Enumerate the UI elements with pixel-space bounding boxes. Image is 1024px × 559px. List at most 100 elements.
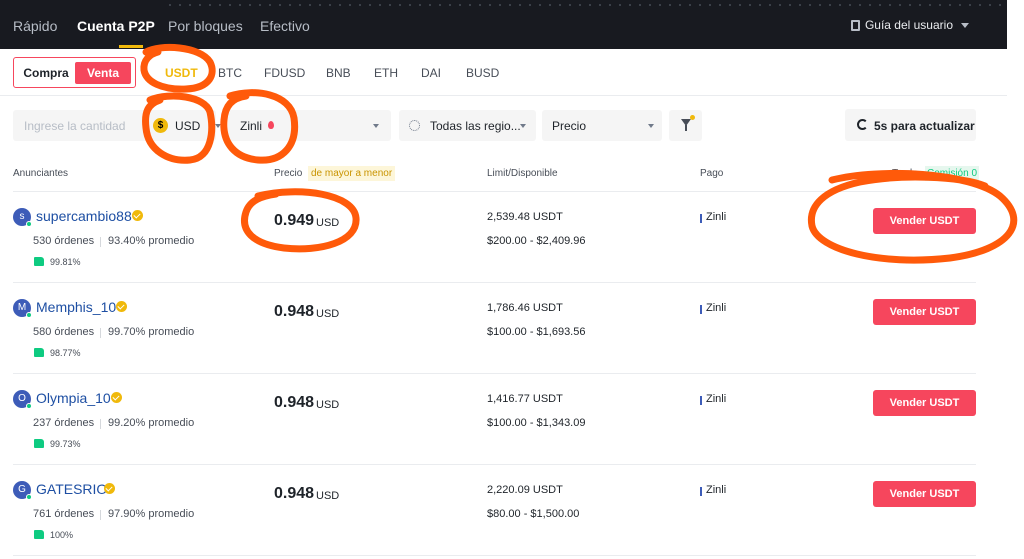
tab-por-bloques[interactable]: Por bloques [168, 18, 243, 34]
asset-tab-busd[interactable]: BUSD [466, 66, 499, 80]
sell-usdt-button[interactable]: Vender USDT [873, 208, 976, 234]
sell-usdt-button[interactable]: Vender USDT [873, 299, 976, 325]
price-value: 0.948 [274, 394, 315, 411]
asset-tab-dai[interactable]: DAI [421, 66, 441, 80]
payment-method: Zinli [706, 211, 727, 223]
section-divider [0, 95, 1007, 96]
row-divider [13, 555, 976, 556]
limit-range: $100.00 - $1,693.56 [487, 326, 586, 338]
nav-dotted-decoration [165, 4, 1005, 6]
avatar-initial: s [19, 211, 25, 222]
positive-rating: 100% [50, 530, 74, 540]
advertiser-name[interactable]: Olympia_10 [36, 390, 111, 406]
verified-badge-icon [104, 483, 115, 494]
amount-input[interactable]: Ingrese la cantidad $ USD [13, 110, 221, 141]
refresh-icon [857, 119, 868, 130]
buy-toggle[interactable]: Compra [18, 62, 74, 84]
payment-value: Zinli [240, 119, 263, 133]
online-dot [26, 312, 32, 318]
avatar-initial: G [18, 484, 26, 495]
order-count: 580 órdenes [33, 326, 95, 338]
order-count: 761 órdenes [33, 508, 95, 520]
sell-usdt-button[interactable]: Vender USDT [873, 481, 976, 507]
chevron-down-icon [648, 124, 654, 128]
thumbs-up-icon [34, 439, 44, 448]
advertiser-name[interactable]: GATESRIO [36, 481, 107, 497]
price-sort-badge[interactable]: de mayor a menor [308, 166, 396, 181]
verified-badge-icon [111, 392, 122, 403]
tab-rapido[interactable]: Rápido [13, 18, 57, 34]
asset-tab-usdt[interactable]: USDT [165, 66, 198, 80]
available-amount: 2,220.09 USDT [487, 484, 563, 496]
user-guide-label: Guía del usuario [864, 18, 953, 32]
thumbs-up-icon [34, 530, 44, 539]
verified-badge-icon [132, 210, 143, 221]
available-amount: 1,416.77 USDT [487, 393, 563, 405]
header-limit: Limit/Disponible [487, 168, 558, 179]
chevron-down-icon [373, 124, 379, 128]
sell-toggle[interactable]: Venta [75, 62, 131, 84]
sell-usdt-button[interactable]: Vender USDT [873, 390, 976, 416]
price-unit: USD [316, 217, 340, 229]
advertiser-name[interactable]: supercambio88 [36, 208, 132, 224]
online-dot [26, 494, 32, 500]
table-row: O Olympia_10 237 órdenes 99.20% promedio… [0, 374, 976, 465]
completion-rate: 97.90% promedio [108, 508, 195, 520]
dollar-coin-icon: $ [153, 118, 168, 133]
currency-value[interactable]: USD [175, 119, 200, 133]
table-row: G GATESRIO 761 órdenes 97.90% promedio 1… [0, 465, 976, 556]
payment-select[interactable]: Zinli [228, 110, 391, 141]
refresh-label: 5s para actualizar [874, 119, 975, 133]
book-icon [850, 19, 860, 31]
thumbs-up-icon [34, 348, 44, 357]
avatar-initial: M [17, 302, 27, 313]
avatar[interactable]: s [13, 208, 32, 227]
positive-rating: 98.77% [50, 348, 81, 358]
region-select[interactable]: Todas las regio... [399, 110, 536, 141]
avatar[interactable]: M [13, 299, 32, 318]
asset-tab-eth[interactable]: ETH [374, 66, 398, 80]
payment-method: Zinli [706, 302, 727, 314]
price-value: 0.948 [274, 303, 315, 320]
chevron-down-icon [520, 124, 526, 128]
asset-tab-bnb[interactable]: BNB [326, 66, 351, 80]
amount-placeholder: Ingrese la cantidad [24, 119, 126, 133]
filter-icon-stem [685, 125, 687, 131]
payment-method: Zinli [706, 484, 727, 496]
limit-range: $100.00 - $1,343.09 [487, 417, 586, 429]
region-value: Todas las regio... [430, 119, 521, 133]
asset-tab-fdusd[interactable]: FDUSD [264, 66, 305, 80]
positive-rating: 99.73% [50, 439, 81, 449]
globe-icon [409, 120, 420, 131]
active-tab-underline [119, 45, 143, 48]
header-price: Precio [274, 168, 303, 179]
avatar[interactable]: O [13, 390, 32, 409]
online-dot [26, 403, 32, 409]
asset-tab-btc[interactable]: BTC [218, 66, 242, 80]
table-row: s supercambio88 530 órdenes 93.40% prome… [0, 192, 976, 283]
header-trade: Trade [892, 168, 918, 179]
stat-divider [100, 237, 101, 247]
limit-range: $200.00 - $2,409.96 [487, 235, 586, 247]
refresh-button[interactable]: 5s para actualizar [845, 109, 976, 141]
sort-select[interactable]: Precio [542, 110, 662, 141]
fee-badge: Comisión 0 [925, 166, 980, 181]
filter-button[interactable] [669, 110, 702, 141]
thumbs-up-icon [34, 257, 44, 266]
tab-cuenta-p2p[interactable]: Cuenta P2P [77, 18, 155, 34]
user-guide-menu[interactable]: Guía del usuario [850, 18, 969, 32]
stat-divider [100, 419, 101, 429]
price-unit: USD [316, 308, 340, 320]
advertiser-name[interactable]: Memphis_10 [36, 299, 116, 315]
hot-icon [268, 121, 274, 129]
completion-rate: 99.70% promedio [108, 326, 195, 338]
avatar-initial: O [18, 393, 26, 404]
verified-badge-icon [116, 301, 127, 312]
tab-efectivo[interactable]: Efectivo [260, 18, 310, 34]
p2p-page: Rápido Cuenta P2P Por bloques Efectivo G… [0, 0, 1024, 559]
payment-color-bar [700, 305, 702, 314]
order-count: 530 órdenes [33, 235, 95, 247]
price-value: 0.949 [274, 212, 315, 229]
top-nav: Rápido Cuenta P2P Por bloques Efectivo G… [0, 0, 1007, 49]
avatar[interactable]: G [13, 481, 32, 500]
